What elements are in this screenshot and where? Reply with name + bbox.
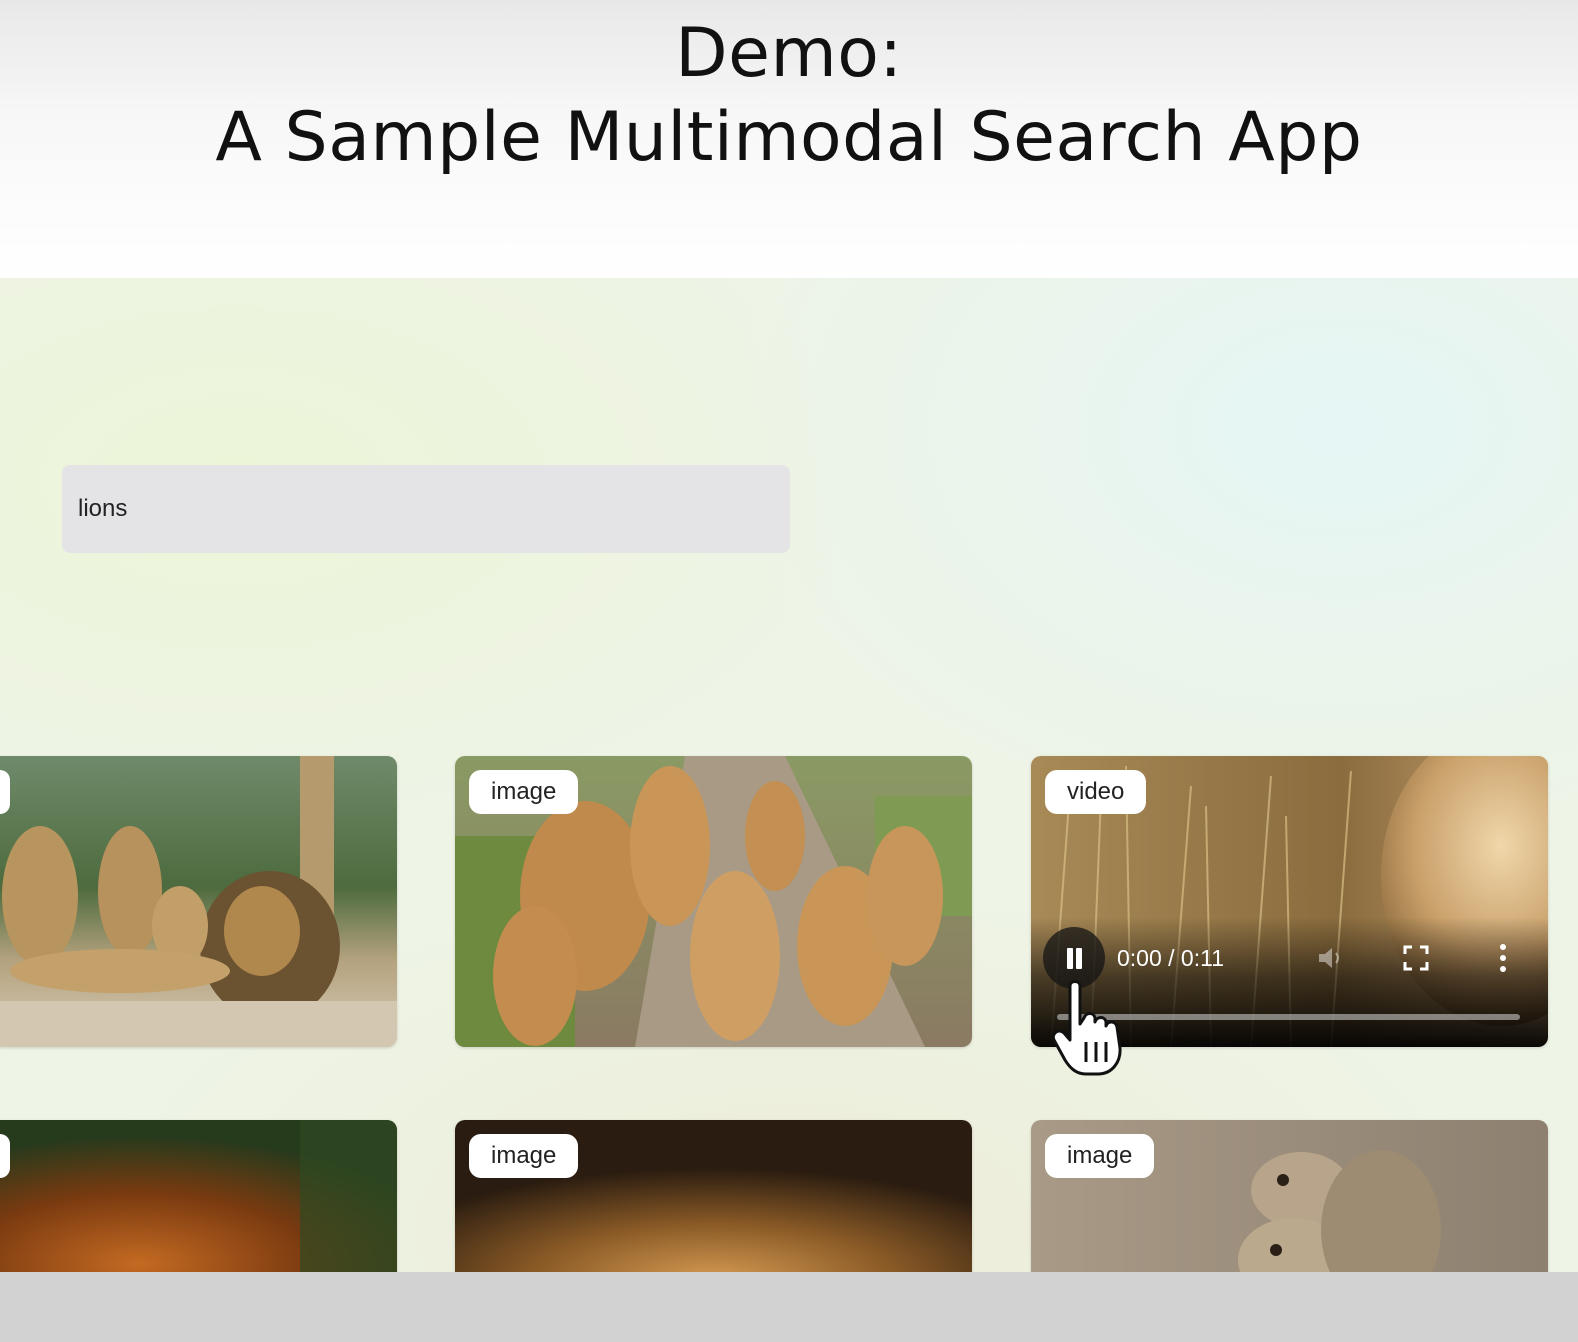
slide-header: Demo: A Sample Multimodal Search App <box>0 0 1578 278</box>
type-badge: image <box>469 770 579 814</box>
result-card[interactable]: image <box>1031 1120 1548 1280</box>
volume-muted-icon[interactable] <box>1315 943 1345 973</box>
type-badge: image <box>1045 1134 1155 1178</box>
lion-pride-thumbnail <box>0 756 397 1047</box>
type-badge-clipped <box>0 1134 10 1178</box>
result-card[interactable]: image <box>455 756 972 1047</box>
fullscreen-icon[interactable] <box>1403 945 1429 971</box>
type-badge-clipped <box>0 770 10 814</box>
slide-title-line-2: A Sample Multimodal Search App <box>215 98 1363 177</box>
lion-head-thumbnail <box>0 1120 397 1280</box>
hand-pointer-icon <box>1051 980 1122 1076</box>
search-box[interactable] <box>62 465 790 553</box>
video-time: 0:00 / 0:11 <box>1117 945 1224 971</box>
search-input[interactable] <box>76 494 776 524</box>
result-card[interactable] <box>0 756 397 1047</box>
slide-title-line-1: Demo: <box>675 14 903 93</box>
more-options-icon[interactable] <box>1493 941 1513 975</box>
bottom-bar <box>0 1272 1578 1342</box>
result-card[interactable] <box>0 1120 397 1280</box>
search-app: image <box>0 278 1578 1280</box>
type-badge: video <box>1045 770 1147 814</box>
type-badge: image <box>469 1134 579 1178</box>
result-card[interactable]: image <box>455 1120 972 1280</box>
